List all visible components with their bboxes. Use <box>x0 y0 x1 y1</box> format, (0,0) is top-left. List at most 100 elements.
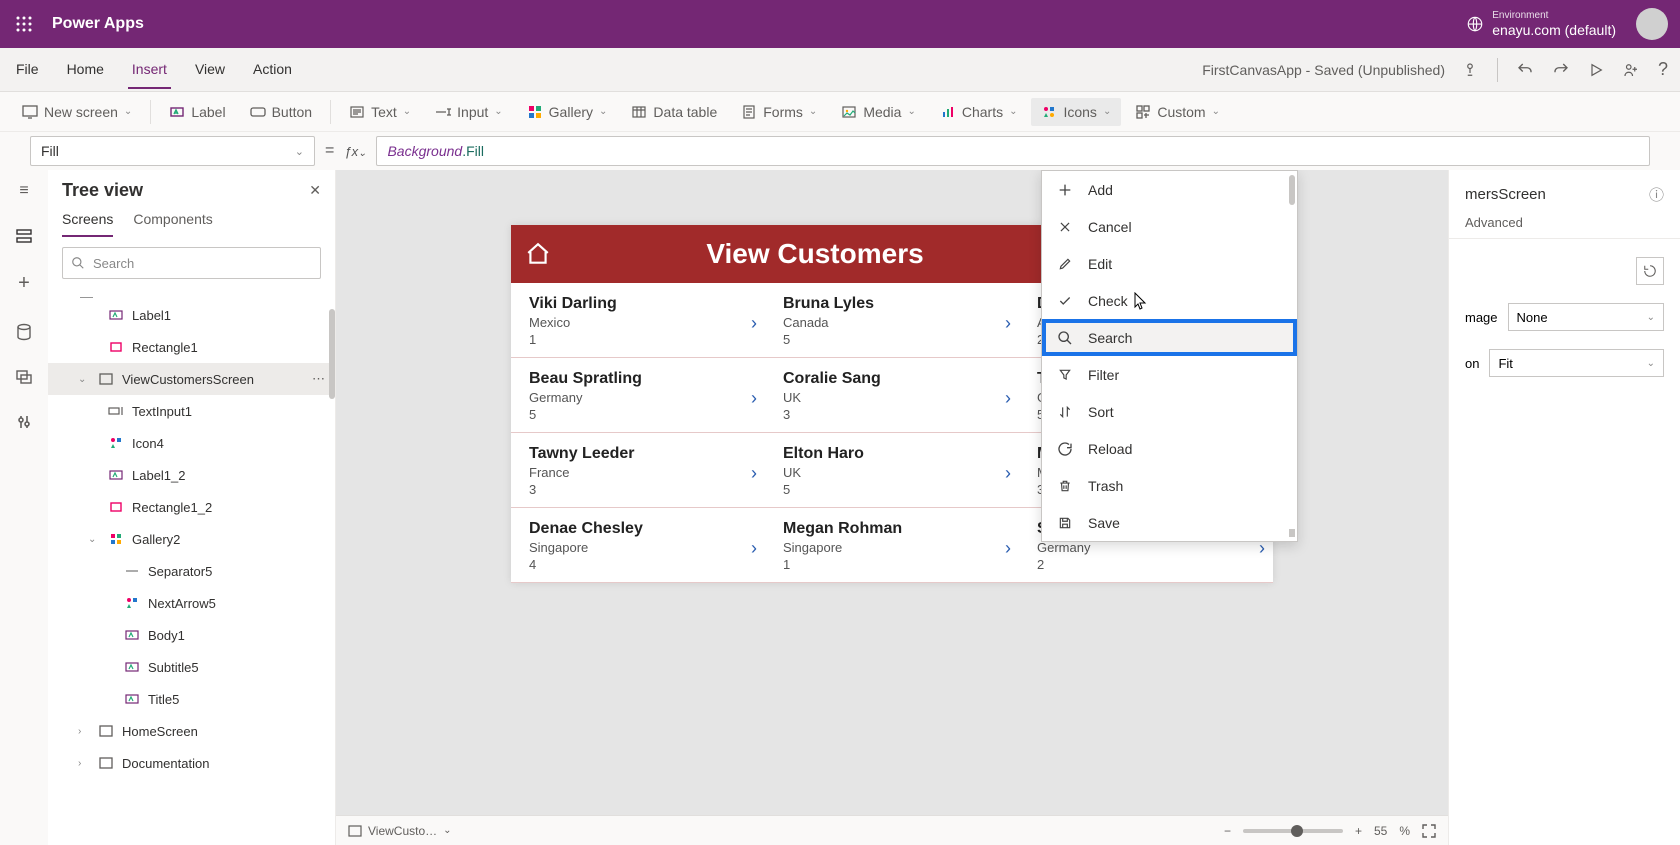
tree-item[interactable]: ⌄Gallery2 <box>48 523 335 555</box>
icons-menu-item-save[interactable]: Save <box>1042 504 1297 541</box>
new-screen-button[interactable]: New screen⌄ <box>12 98 142 126</box>
formula-input[interactable]: Background.Fill <box>376 136 1650 166</box>
text-dropdown[interactable]: Text⌄ <box>339 98 421 126</box>
gallery-item[interactable]: Viki DarlingMexico1› <box>511 283 765 357</box>
tree-item[interactable]: Subtitle5 <box>48 651 335 683</box>
icons-menu-item-edit[interactable]: Edit <box>1042 245 1297 282</box>
tree-item[interactable]: Rectangle1 <box>48 331 335 363</box>
chevron-right-icon[interactable]: › <box>1005 313 1011 334</box>
icons-menu-item-check[interactable]: Check <box>1042 282 1297 319</box>
tree-item[interactable]: Icon4 <box>48 427 335 459</box>
chevron-right-icon[interactable]: › <box>1005 463 1011 484</box>
help-icon[interactable]: ? <box>1658 59 1668 80</box>
icons-menu-item-sort[interactable]: Sort <box>1042 393 1297 430</box>
button-button[interactable]: Button <box>240 98 322 126</box>
media-dropdown[interactable]: Media⌄ <box>831 98 926 126</box>
menu-action[interactable]: Action <box>249 51 296 89</box>
input-dropdown[interactable]: Input⌄ <box>425 98 513 126</box>
tab-advanced[interactable]: Advanced <box>1465 215 1523 238</box>
icons-menu-item-reload[interactable]: Reload <box>1042 430 1297 467</box>
scrollbar-thumb[interactable] <box>1289 175 1295 205</box>
tree-item[interactable]: Label1_2 <box>48 459 335 491</box>
close-icon[interactable]: ✕ <box>309 182 321 199</box>
fit-to-screen-icon[interactable] <box>1422 824 1436 838</box>
app-checker-icon[interactable] <box>1461 61 1479 79</box>
icons-menu-item-add[interactable]: Add <box>1042 171 1297 208</box>
share-icon[interactable] <box>1622 61 1640 79</box>
chevron-right-icon[interactable]: › <box>751 388 757 409</box>
chevron-right-icon[interactable]: › <box>1005 538 1011 559</box>
gallery-item[interactable]: Beau SpratlingGermany5› <box>511 358 765 432</box>
avatar[interactable] <box>1636 8 1668 40</box>
zoom-slider[interactable] <box>1243 829 1343 833</box>
menu-view[interactable]: View <box>191 51 229 89</box>
tree-item[interactable]: Title5 <box>48 683 335 715</box>
charts-dropdown[interactable]: Charts⌄ <box>930 98 1028 126</box>
redo-icon[interactable] <box>1552 61 1570 79</box>
chevron-right-icon[interactable]: › <box>751 313 757 334</box>
gallery-item[interactable]: Bruna LylesCanada5› <box>765 283 1019 357</box>
tree-item[interactable]: ⌄ViewCustomersScreen⋯ <box>48 363 335 395</box>
charts-icon <box>940 104 956 120</box>
tree-item[interactable]: Separator5 <box>48 555 335 587</box>
app-launcher-icon[interactable] <box>8 8 40 40</box>
more-icon[interactable]: ⋯ <box>312 371 325 387</box>
info-icon[interactable]: ⓘ <box>1649 184 1664 205</box>
rail-tree-icon[interactable] <box>15 228 33 244</box>
tree-item[interactable]: Body1 <box>48 619 335 651</box>
rail-media-icon[interactable] <box>15 369 33 385</box>
gallery-item[interactable]: Megan RohmanSingapore1› <box>765 508 1019 582</box>
customer-name: Elton Haro <box>783 445 1001 463</box>
icons-dropdown-menu: AddCancel Edit Check Search FilterSortReload… <box>1041 170 1298 542</box>
tree-search-input[interactable]: Search <box>62 247 321 279</box>
chevron-right-icon[interactable]: › <box>1005 388 1011 409</box>
icons-menu-item-trash[interactable]: Trash <box>1042 467 1297 504</box>
menu-home[interactable]: Home <box>63 51 108 89</box>
forms-dropdown[interactable]: Forms⌄ <box>731 98 827 126</box>
rail-settings-icon[interactable] <box>16 413 32 431</box>
scrollbar-down-icon[interactable] <box>1289 529 1295 537</box>
gallery-item[interactable]: Denae ChesleySingapore4› <box>511 508 765 582</box>
label-button[interactable]: Label <box>159 98 235 126</box>
tab-screens[interactable]: Screens <box>62 211 113 237</box>
gallery-dropdown[interactable]: Gallery⌄ <box>517 98 618 126</box>
undo-icon[interactable] <box>1516 61 1534 79</box>
tree-item[interactable]: TextInput1 <box>48 395 335 427</box>
custom-dropdown[interactable]: Custom⌄ <box>1125 98 1230 126</box>
gallery-item[interactable]: Coralie SangUK3› <box>765 358 1019 432</box>
zoom-in-icon[interactable]: + <box>1355 824 1362 838</box>
fx-label[interactable]: ƒx⌄ <box>344 144 366 159</box>
rail-hamburger-icon[interactable]: ≡ <box>19 182 28 200</box>
prop-image-select[interactable]: None⌄ <box>1508 303 1664 331</box>
property-dropdown[interactable]: Fill ⌄ <box>30 136 315 166</box>
chevron-right-icon[interactable]: › <box>751 538 757 559</box>
chevron-right-icon[interactable]: › <box>751 463 757 484</box>
menu-insert[interactable]: Insert <box>128 51 171 89</box>
tree-item[interactable]: Rectangle1_2 <box>48 491 335 523</box>
scrollbar-thumb[interactable] <box>329 309 335 399</box>
revert-icon[interactable] <box>1636 257 1664 285</box>
menu-item-label: Search <box>1088 330 1132 346</box>
rail-add-icon[interactable]: + <box>18 272 30 295</box>
tab-components[interactable]: Components <box>133 211 212 237</box>
tree-item-icon <box>124 563 140 579</box>
rail-data-icon[interactable] <box>16 323 32 341</box>
menu-item-label: Edit <box>1088 256 1112 272</box>
icons-menu-item-search[interactable]: Search <box>1042 319 1297 356</box>
menu-file[interactable]: File <box>12 51 43 89</box>
tree-item-label: ViewCustomersScreen <box>122 372 254 387</box>
zoom-out-icon[interactable]: − <box>1224 824 1231 838</box>
tree-item[interactable]: ›HomeScreen <box>48 715 335 747</box>
gallery-item[interactable]: Tawny LeederFrance3› <box>511 433 765 507</box>
icons-menu-item-filter[interactable]: Filter <box>1042 356 1297 393</box>
gallery-item[interactable]: Elton HaroUK5› <box>765 433 1019 507</box>
data-table-dropdown[interactable]: Data table <box>621 98 727 126</box>
prop-position-select[interactable]: Fit⌄ <box>1489 349 1664 377</box>
tree-item[interactable]: ›Documentation <box>48 747 335 779</box>
play-icon[interactable] <box>1588 62 1604 78</box>
icons-menu-item-cancel[interactable]: Cancel <box>1042 208 1297 245</box>
icons-dropdown-button[interactable]: Icons⌄ <box>1031 98 1121 126</box>
breadcrumb[interactable]: ViewCusto… ⌄ <box>348 824 452 838</box>
tree-item[interactable]: NextArrow5 <box>48 587 335 619</box>
environment-picker[interactable]: Environment enayu.com (default) <box>1466 10 1616 39</box>
